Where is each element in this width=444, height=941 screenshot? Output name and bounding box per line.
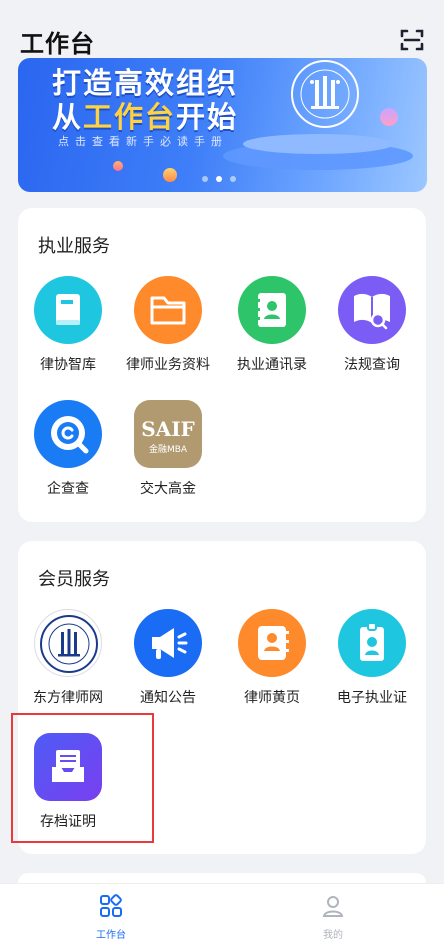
tab-workbench[interactable]: 工作台 (71, 894, 151, 941)
service-item-lawyer-think-tank[interactable]: 律协智库 (18, 276, 118, 374)
id-badge-icon (338, 609, 406, 677)
carousel-indicator[interactable] (202, 176, 236, 182)
bar-association-emblem-icon (34, 609, 102, 677)
book-search-icon (338, 276, 406, 344)
service-item-label: 律师黄页 (244, 690, 300, 706)
banner-subtitle: 点击查看新手必读手册 (58, 135, 228, 148)
carousel-dot[interactable] (202, 176, 208, 182)
service-item-business-materials[interactable]: 律师业务资料 (118, 276, 218, 374)
tab-label: 工作台 (96, 930, 126, 941)
service-item-yellow-pages[interactable]: 律师黄页 (222, 609, 322, 707)
carousel-dot-active[interactable] (216, 176, 222, 182)
banner-ball-decoration (113, 161, 123, 171)
service-item-label: 企查查 (47, 481, 89, 497)
page-title: 工作台 (20, 30, 95, 58)
banner-headline-highlight: 工作台 (83, 100, 177, 134)
service-item-label: 电子执业证 (337, 690, 407, 706)
book-icon (34, 276, 102, 344)
banner-ball-decoration (163, 168, 177, 182)
bottom-tab-bar: 工作台 我的 (0, 883, 444, 941)
promo-banner[interactable]: 打造高效组织 从工作台开始 点击查看新手必读手册 (18, 58, 427, 192)
grid-icon (100, 894, 122, 917)
service-item-label: 律协智库 (40, 357, 96, 373)
person-icon (322, 896, 344, 917)
banner-ball-decoration (380, 108, 398, 126)
service-item-label: 执业通讯录 (237, 357, 307, 373)
service-item-directory[interactable]: 执业通讯录 (222, 276, 322, 374)
service-item-e-license[interactable]: 电子执业证 (322, 609, 422, 707)
service-item-label: 法规查询 (344, 357, 400, 373)
service-item-saif[interactable]: SAIF 金融MBA 交大高金 (118, 400, 218, 498)
folder-icon (134, 276, 202, 344)
contact-book-icon (238, 276, 306, 344)
highlight-box (11, 713, 154, 843)
header: 工作台 (0, 0, 444, 58)
service-item-label: 通知公告 (140, 690, 196, 706)
qichacha-logo-icon (34, 400, 102, 468)
service-item-qichacha[interactable]: 企查查 (18, 400, 118, 498)
saif-logo-icon: SAIF 金融MBA (134, 400, 202, 468)
service-item-dongfang-lawyer-net[interactable]: 东方律师网 (18, 609, 118, 707)
service-item-regulation-search[interactable]: 法规查询 (322, 276, 422, 374)
saif-logo-text: SAIF (141, 417, 195, 441)
scan-icon[interactable] (400, 28, 424, 52)
service-item-label: 律师业务资料 (126, 357, 210, 373)
service-item-label: 东方律师网 (33, 690, 103, 706)
service-item-label: 交大高金 (140, 481, 196, 497)
address-book-icon (238, 609, 306, 677)
practice-services-card: 执业服务 律协智库 律师业务资料 执业通讯录 法规查询 企查查 SAIF 金融M… (18, 208, 426, 522)
banner-headline-suffix: 开始 (176, 100, 239, 134)
service-item-notices[interactable]: 通知公告 (118, 609, 218, 707)
banner-headline-2: 从工作台开始 (52, 94, 238, 136)
section-title: 执业服务 (38, 236, 110, 257)
tab-mine[interactable]: 我的 (293, 894, 373, 941)
carousel-dot[interactable] (230, 176, 236, 182)
saif-logo-subtext: 金融MBA (148, 445, 188, 455)
tab-label: 我的 (323, 930, 343, 941)
banner-headline-prefix: 从 (52, 100, 84, 134)
megaphone-icon (134, 609, 202, 677)
section-title: 会员服务 (38, 569, 110, 590)
bar-association-emblem-icon (280, 58, 370, 138)
